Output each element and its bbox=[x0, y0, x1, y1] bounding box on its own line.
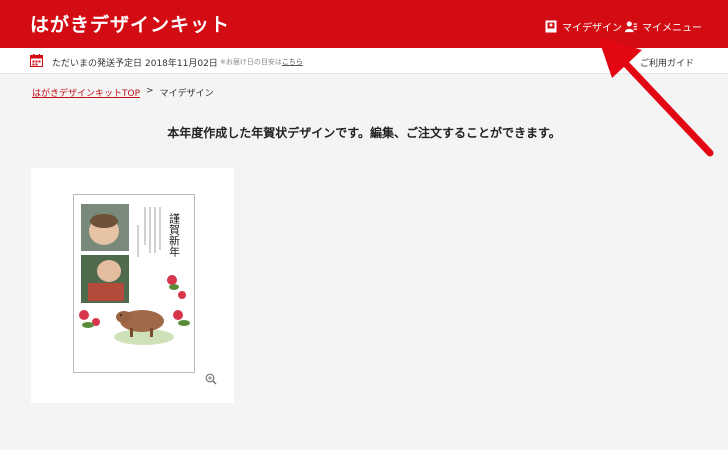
boar-illustration bbox=[114, 310, 174, 345]
my-design-link[interactable]: マイデザイン bbox=[545, 19, 622, 34]
calendar-icon bbox=[30, 54, 43, 67]
delivery-note-text: ※お届け日の目安は bbox=[220, 58, 282, 66]
my-menu-link[interactable]: マイメニュー bbox=[625, 19, 702, 34]
shipping-date: 2018年11月02日 bbox=[145, 59, 218, 69]
my-design-label: マイデザイン bbox=[562, 23, 622, 34]
my-design-icon bbox=[545, 20, 557, 33]
breadcrumb-separator: > bbox=[146, 86, 154, 96]
delivery-note-link[interactable]: こちら bbox=[282, 58, 303, 66]
design-thumbnail[interactable]: 謹賀新年 bbox=[73, 194, 195, 373]
my-menu-label: マイメニュー bbox=[642, 23, 702, 34]
page-message: 本年度作成した年賀状デザインです。編集、ご注文することができます。 bbox=[167, 126, 561, 140]
new-year-card-preview: 謹賀新年 bbox=[79, 204, 190, 345]
breadcrumb-current: マイデザイン bbox=[159, 89, 214, 99]
delivery-note: ※お届け日の目安はこちら bbox=[220, 57, 303, 67]
site-logo[interactable]: はがきデザインキット bbox=[30, 10, 230, 37]
card-greeting: 謹賀新年 bbox=[168, 212, 181, 257]
shipping-info-bar: ただいまの発送予定日 2018年11月02日 ※お届け日の目安はこちら ご利用ガ… bbox=[0, 48, 728, 74]
design-card[interactable]: 謹賀新年 bbox=[31, 168, 234, 403]
user-guide-link[interactable]: ご利用ガイド bbox=[640, 56, 694, 69]
site-header: はがきデザインキット マイデザイン マイメニュー bbox=[0, 0, 728, 48]
breadcrumb: はがきデザインキットTOP > マイデザイン bbox=[32, 86, 214, 99]
user-menu-icon bbox=[625, 21, 637, 33]
shipping-label: ただいまの発送予定日 bbox=[52, 59, 143, 69]
zoom-in-icon[interactable] bbox=[205, 373, 217, 385]
breadcrumb-home-link[interactable]: はがきデザインキットTOP bbox=[32, 86, 140, 99]
